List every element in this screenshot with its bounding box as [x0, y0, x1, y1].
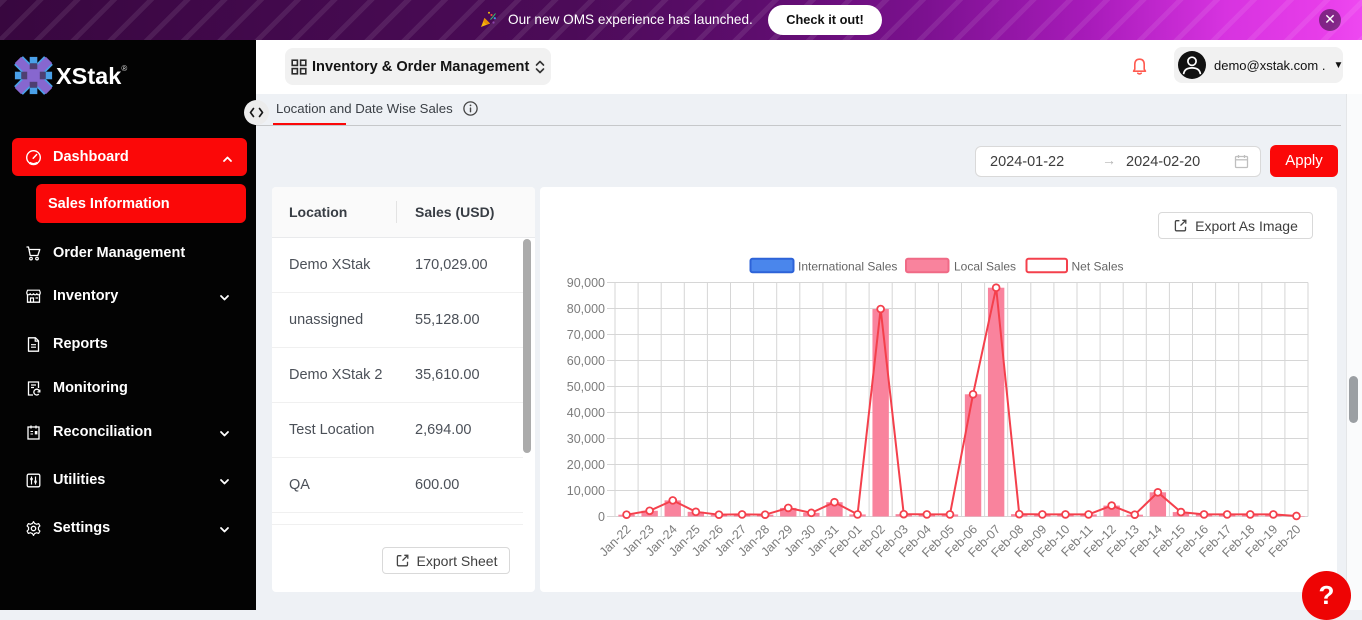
svg-text:60,000: 60,000 — [567, 354, 605, 368]
svg-text:Net Sales: Net Sales — [1072, 259, 1124, 273]
svg-text:Local Sales: Local Sales — [954, 259, 1016, 273]
svg-text:50,000: 50,000 — [567, 380, 605, 394]
svg-text:International Sales: International Sales — [798, 259, 897, 273]
svg-text:20,000: 20,000 — [567, 458, 605, 472]
svg-text:80,000: 80,000 — [567, 302, 605, 316]
svg-text:90,000: 90,000 — [567, 276, 605, 290]
svg-text:0: 0 — [598, 510, 605, 524]
svg-text:70,000: 70,000 — [567, 328, 605, 342]
svg-text:30,000: 30,000 — [567, 432, 605, 446]
svg-text:40,000: 40,000 — [567, 406, 605, 420]
svg-text:10,000: 10,000 — [567, 484, 605, 498]
